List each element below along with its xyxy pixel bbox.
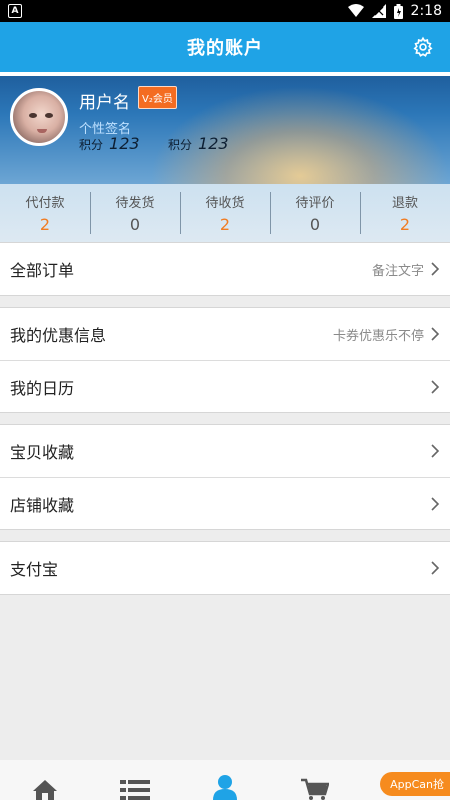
points-value: 123 — [198, 134, 229, 153]
avatar-eye — [29, 113, 37, 118]
stat-pending-shipment[interactable]: 待发货 0 — [90, 184, 180, 242]
points-value: 123 — [109, 134, 140, 153]
points-label: 积分 — [168, 138, 193, 152]
menu-item-favorite-items[interactable]: 宝贝收藏 — [0, 425, 450, 477]
stat-count: 2 — [39, 215, 51, 234]
stat-count: 0 — [129, 215, 141, 234]
stat-count: 0 — [309, 215, 321, 234]
stat-label: 待收货 — [205, 196, 245, 211]
tab-cart[interactable] — [270, 778, 360, 800]
stat-refund[interactable]: 退款 2 — [360, 184, 450, 242]
clock: 2:18 — [410, 3, 442, 19]
list-icon — [120, 780, 150, 800]
tab-categories[interactable] — [90, 778, 180, 800]
status-bar: A 2:18 — [0, 0, 450, 22]
stat-pending-review[interactable]: 待评价 0 — [270, 184, 360, 242]
stat-label: 代付款 — [25, 196, 65, 211]
username: 用户名 — [79, 93, 130, 113]
menu-item-label: 店铺收藏 — [10, 495, 75, 515]
order-stats: 代付款 2 待发货 0 待收货 2 待评价 0 退款 2 — [0, 184, 450, 242]
chevron-right-icon — [431, 561, 440, 575]
menu-item-note: 备注文字 — [371, 263, 424, 279]
tab-account[interactable] — [180, 774, 270, 800]
chevron-right-icon — [431, 327, 440, 341]
stat-pending-receipt[interactable]: 待收货 2 — [180, 184, 270, 242]
battery-icon — [393, 3, 403, 19]
chevron-right-icon — [431, 444, 440, 458]
chevron-right-icon — [431, 496, 440, 511]
chevron-right-icon — [431, 262, 440, 276]
profile-banner: 用户名 V₂会员 个性签名 积分 123 积分 123 — [0, 76, 450, 184]
menu-item-note: 卡券优惠乐不停 — [332, 328, 424, 344]
avatar-mouth — [37, 129, 47, 133]
stat-count: 2 — [219, 215, 231, 234]
menu-item-label: 我的日历 — [10, 378, 75, 398]
cart-icon — [301, 778, 329, 800]
menu-item-calendar[interactable]: 我的日历 — [0, 360, 450, 412]
stat-count: 2 — [399, 215, 411, 234]
vip-badge: V₂会员 — [138, 86, 177, 109]
points-label: 积分 — [79, 138, 104, 152]
menu-item-alipay[interactable]: 支付宝 — [0, 542, 450, 594]
menu-item-label: 全部订单 — [10, 261, 75, 280]
menu-item-coupons[interactable]: 我的优惠信息 卡券优惠乐不停 — [0, 308, 450, 360]
stat-label: 退款 — [391, 196, 418, 211]
wifi-icon — [347, 4, 364, 17]
settings-gear-icon[interactable] — [412, 36, 434, 58]
app-header: 我的账户 — [0, 22, 450, 72]
menu-group-benefits: 我的优惠信息 卡券优惠乐不停 我的日历 — [0, 307, 450, 413]
signal-icon — [371, 4, 386, 18]
menu-group-payment: 支付宝 — [0, 541, 450, 595]
menu-item-favorite-shops[interactable]: 店铺收藏 — [0, 477, 450, 529]
menu-item-all-orders[interactable]: 全部订单 备注文字 — [0, 243, 450, 295]
tab-home[interactable] — [0, 778, 90, 800]
avatar-eye — [45, 113, 53, 118]
avatar[interactable] — [10, 88, 68, 146]
page-title: 我的账户 — [187, 38, 263, 59]
menu-group-orders: 全部订单 备注文字 — [0, 242, 450, 296]
notification-icon: A — [8, 4, 22, 18]
points-display: 积分 123 — [168, 134, 229, 153]
home-icon — [33, 780, 57, 800]
menu-group-favorites: 宝贝收藏 店铺收藏 — [0, 424, 450, 530]
menu-item-label: 我的优惠信息 — [10, 326, 107, 345]
points-display: 积分 123 — [79, 134, 140, 153]
stat-label: 待评价 — [295, 196, 335, 211]
menu-item-label: 支付宝 — [10, 560, 59, 579]
chevron-right-icon — [431, 379, 440, 394]
stat-pending-payment[interactable]: 代付款 2 — [0, 184, 90, 242]
user-icon — [213, 775, 237, 800]
stat-label: 待发货 — [115, 196, 155, 211]
menu-item-label: 宝贝收藏 — [10, 443, 75, 462]
appcan-badge[interactable]: AppCan抢 — [380, 772, 450, 796]
